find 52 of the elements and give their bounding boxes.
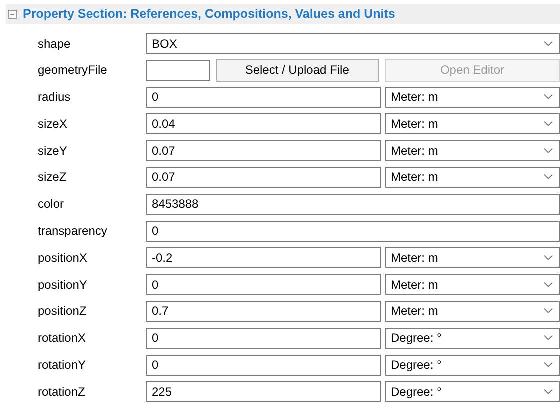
unit-dropdown[interactable]: Meter: m xyxy=(385,247,560,268)
chevron-icon xyxy=(544,254,553,261)
upload-button[interactable]: Select / Upload File xyxy=(216,58,379,82)
collapse-icon[interactable] xyxy=(8,10,17,18)
field-label: color xyxy=(37,197,66,212)
field-label: radius xyxy=(37,90,72,104)
field-label: rotationY xyxy=(37,358,88,372)
unit-dropdown[interactable]: Meter: m xyxy=(385,274,560,296)
value-field[interactable]: 0.07 xyxy=(146,140,381,162)
chevron-icon xyxy=(544,335,553,342)
value-field[interactable]: 225 xyxy=(146,381,381,402)
value-field[interactable]: 0.07 xyxy=(146,166,381,188)
chevron-icon xyxy=(544,94,553,100)
chevron-icon xyxy=(544,120,553,127)
field-label: positionZ xyxy=(37,304,88,318)
chevron-icon xyxy=(544,174,553,180)
value-field[interactable]: 0 xyxy=(146,220,560,242)
section-title: Property Section: References, Compositions, Values and Units xyxy=(23,7,396,21)
field-label: positionX xyxy=(37,250,88,265)
field-label: sizeY xyxy=(37,144,68,158)
value-field[interactable]: -0.2 xyxy=(146,247,381,268)
chevron-icon xyxy=(544,282,553,288)
unit-dropdown[interactable]: Degree: ° xyxy=(385,381,560,402)
chevron-icon xyxy=(544,388,553,395)
chevron-icon xyxy=(544,148,553,154)
field-label: positionY xyxy=(37,278,88,292)
field-label: shape xyxy=(37,36,72,50)
value-field[interactable]: 0.04 xyxy=(146,113,381,134)
unit-dropdown[interactable]: Meter: m xyxy=(385,300,560,322)
value-field[interactable]: 0 xyxy=(146,86,381,108)
unit-dropdown[interactable]: Meter: m xyxy=(385,166,560,188)
chevron-icon xyxy=(544,362,553,368)
field-label: transparency xyxy=(37,224,108,238)
file-field[interactable] xyxy=(146,60,210,81)
unit-dropdown[interactable]: Degree: ° xyxy=(385,354,560,376)
chevron-icon xyxy=(544,40,553,46)
unit-dropdown[interactable]: Meter: m xyxy=(385,113,560,134)
field-label: rotationZ xyxy=(37,384,86,399)
value-field[interactable]: 0 xyxy=(146,274,381,296)
field-label: rotationX xyxy=(37,331,88,346)
field-label: sizeX xyxy=(37,116,68,131)
value-field[interactable]: 0 xyxy=(146,328,381,349)
value-field[interactable]: 0.7 xyxy=(146,300,381,322)
field-label: geometryFile xyxy=(37,63,108,78)
unit-dropdown[interactable]: Meter: m xyxy=(385,86,560,108)
shape-dropdown[interactable]: BOX xyxy=(146,33,560,54)
field-label: sizeZ xyxy=(37,170,68,184)
value-field[interactable]: 0 xyxy=(146,354,381,376)
value-field[interactable]: 8453888 xyxy=(146,194,560,215)
unit-dropdown[interactable]: Meter: m xyxy=(385,140,560,162)
unit-dropdown[interactable]: Degree: ° xyxy=(385,328,560,349)
chevron-icon xyxy=(544,308,553,314)
